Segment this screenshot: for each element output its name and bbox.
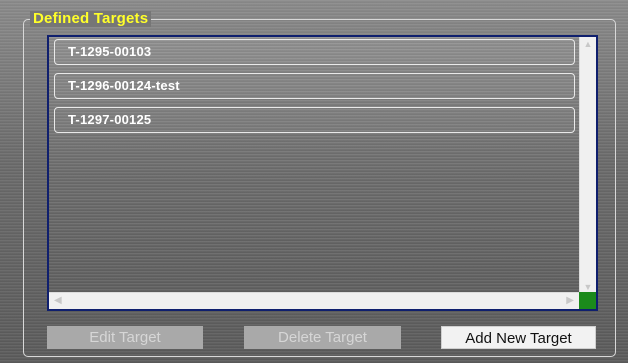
scroll-up-icon[interactable]: ▲ bbox=[580, 39, 596, 49]
defined-targets-title: Defined Targets bbox=[30, 11, 152, 27]
delete-target-button[interactable]: Delete Target bbox=[244, 326, 401, 349]
status-indicator bbox=[579, 292, 596, 309]
scroll-down-icon[interactable]: ▼ bbox=[580, 282, 596, 292]
target-item[interactable]: T-1296-00124-test bbox=[54, 73, 575, 99]
vertical-scrollbar[interactable]: ▲ ▼ bbox=[579, 37, 596, 294]
target-item[interactable]: T-1297-00125 bbox=[54, 107, 575, 133]
scroll-right-icon[interactable]: ▶ bbox=[566, 295, 574, 306]
targets-list[interactable]: T-1295-00103 T-1296-00124-test T-1297-00… bbox=[47, 35, 598, 311]
horizontal-scrollbar[interactable]: ◀ ▶ bbox=[49, 292, 579, 309]
target-item[interactable]: T-1295-00103 bbox=[54, 39, 575, 65]
edit-target-button[interactable]: Edit Target bbox=[47, 326, 203, 349]
scroll-left-icon[interactable]: ◀ bbox=[54, 295, 62, 306]
add-new-target-button[interactable]: Add New Target bbox=[441, 326, 596, 349]
